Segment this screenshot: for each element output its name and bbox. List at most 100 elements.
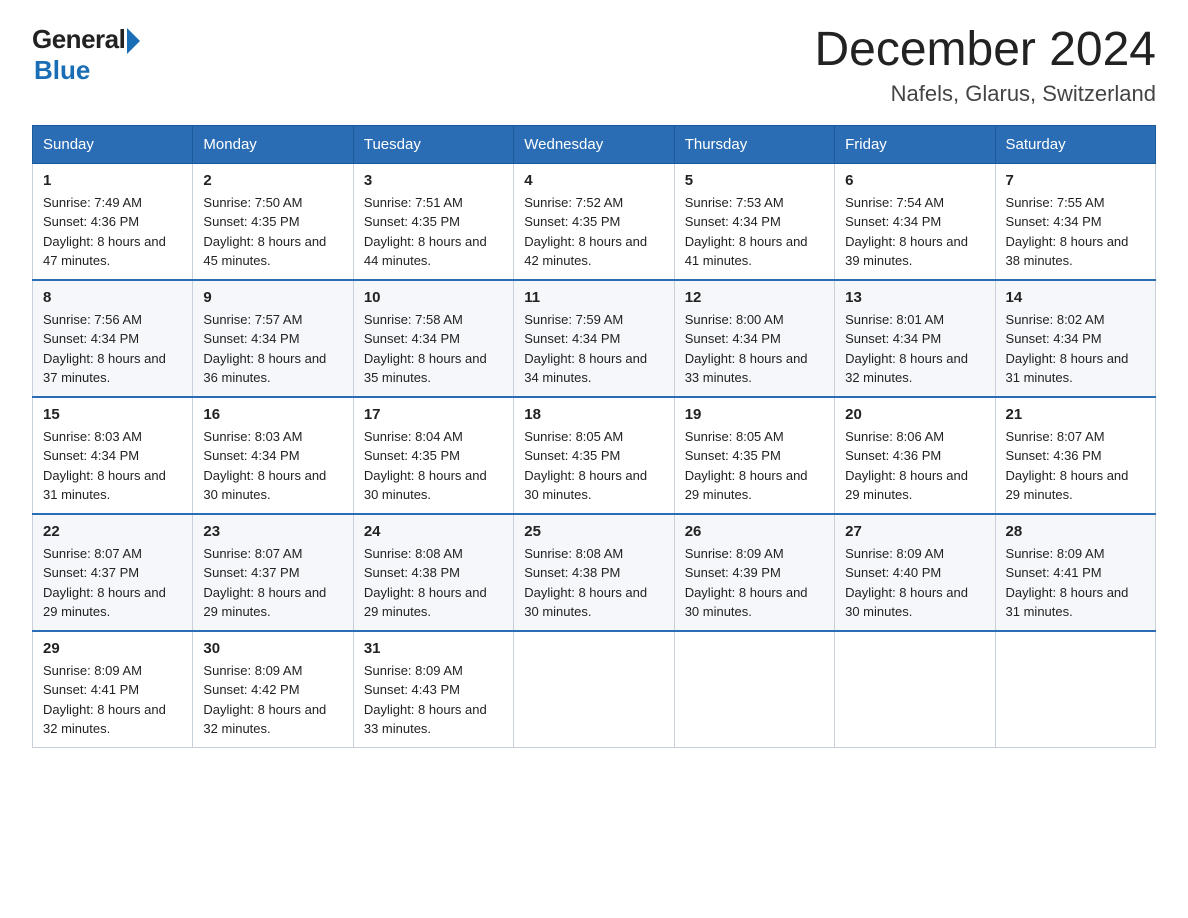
- day-number: 28: [1006, 523, 1145, 540]
- calendar-day-cell: 28 Sunrise: 8:09 AMSunset: 4:41 PMDaylig…: [995, 514, 1155, 631]
- calendar-table: SundayMondayTuesdayWednesdayThursdayFrid…: [32, 125, 1156, 748]
- day-info: Sunrise: 7:56 AMSunset: 4:34 PMDaylight:…: [43, 310, 182, 388]
- day-info: Sunrise: 8:05 AMSunset: 4:35 PMDaylight:…: [524, 427, 663, 505]
- day-number: 26: [685, 523, 824, 540]
- calendar-header-row: SundayMondayTuesdayWednesdayThursdayFrid…: [33, 125, 1156, 163]
- day-number: 2: [203, 172, 342, 189]
- day-number: 24: [364, 523, 503, 540]
- calendar-header-thursday: Thursday: [674, 125, 834, 163]
- day-number: 19: [685, 406, 824, 423]
- day-number: 21: [1006, 406, 1145, 423]
- day-number: 16: [203, 406, 342, 423]
- calendar-day-cell: 10 Sunrise: 7:58 AMSunset: 4:34 PMDaylig…: [353, 280, 513, 397]
- day-number: 13: [845, 289, 984, 306]
- day-info: Sunrise: 7:52 AMSunset: 4:35 PMDaylight:…: [524, 193, 663, 271]
- calendar-day-cell: 17 Sunrise: 8:04 AMSunset: 4:35 PMDaylig…: [353, 397, 513, 514]
- calendar-day-cell: 16 Sunrise: 8:03 AMSunset: 4:34 PMDaylig…: [193, 397, 353, 514]
- day-number: 25: [524, 523, 663, 540]
- day-info: Sunrise: 8:09 AMSunset: 4:42 PMDaylight:…: [203, 661, 342, 739]
- day-number: 8: [43, 289, 182, 306]
- page-title: December 2024: [814, 24, 1156, 77]
- calendar-day-cell: 13 Sunrise: 8:01 AMSunset: 4:34 PMDaylig…: [835, 280, 995, 397]
- day-number: 12: [685, 289, 824, 306]
- day-info: Sunrise: 8:09 AMSunset: 4:41 PMDaylight:…: [1006, 544, 1145, 622]
- calendar-day-cell: 21 Sunrise: 8:07 AMSunset: 4:36 PMDaylig…: [995, 397, 1155, 514]
- calendar-header-tuesday: Tuesday: [353, 125, 513, 163]
- calendar-week-row: 15 Sunrise: 8:03 AMSunset: 4:34 PMDaylig…: [33, 397, 1156, 514]
- calendar-day-cell: 15 Sunrise: 8:03 AMSunset: 4:34 PMDaylig…: [33, 397, 193, 514]
- day-number: 3: [364, 172, 503, 189]
- calendar-day-cell: 14 Sunrise: 8:02 AMSunset: 4:34 PMDaylig…: [995, 280, 1155, 397]
- day-info: Sunrise: 7:51 AMSunset: 4:35 PMDaylight:…: [364, 193, 503, 271]
- day-info: Sunrise: 7:50 AMSunset: 4:35 PMDaylight:…: [203, 193, 342, 271]
- calendar-day-cell: 27 Sunrise: 8:09 AMSunset: 4:40 PMDaylig…: [835, 514, 995, 631]
- day-info: Sunrise: 7:59 AMSunset: 4:34 PMDaylight:…: [524, 310, 663, 388]
- calendar-empty-cell: [835, 631, 995, 748]
- calendar-day-cell: 12 Sunrise: 8:00 AMSunset: 4:34 PMDaylig…: [674, 280, 834, 397]
- calendar-day-cell: 22 Sunrise: 8:07 AMSunset: 4:37 PMDaylig…: [33, 514, 193, 631]
- day-info: Sunrise: 8:08 AMSunset: 4:38 PMDaylight:…: [364, 544, 503, 622]
- day-number: 5: [685, 172, 824, 189]
- day-info: Sunrise: 8:02 AMSunset: 4:34 PMDaylight:…: [1006, 310, 1145, 388]
- page-subtitle: Nafels, Glarus, Switzerland: [814, 81, 1156, 107]
- calendar-day-cell: 20 Sunrise: 8:06 AMSunset: 4:36 PMDaylig…: [835, 397, 995, 514]
- day-info: Sunrise: 7:53 AMSunset: 4:34 PMDaylight:…: [685, 193, 824, 271]
- day-info: Sunrise: 8:09 AMSunset: 4:40 PMDaylight:…: [845, 544, 984, 622]
- day-info: Sunrise: 7:57 AMSunset: 4:34 PMDaylight:…: [203, 310, 342, 388]
- day-number: 22: [43, 523, 182, 540]
- calendar-day-cell: 5 Sunrise: 7:53 AMSunset: 4:34 PMDayligh…: [674, 163, 834, 280]
- day-number: 14: [1006, 289, 1145, 306]
- calendar-day-cell: 25 Sunrise: 8:08 AMSunset: 4:38 PMDaylig…: [514, 514, 674, 631]
- day-number: 17: [364, 406, 503, 423]
- calendar-day-cell: 6 Sunrise: 7:54 AMSunset: 4:34 PMDayligh…: [835, 163, 995, 280]
- calendar-week-row: 8 Sunrise: 7:56 AMSunset: 4:34 PMDayligh…: [33, 280, 1156, 397]
- day-info: Sunrise: 8:06 AMSunset: 4:36 PMDaylight:…: [845, 427, 984, 505]
- day-info: Sunrise: 8:07 AMSunset: 4:36 PMDaylight:…: [1006, 427, 1145, 505]
- day-info: Sunrise: 8:03 AMSunset: 4:34 PMDaylight:…: [203, 427, 342, 505]
- day-info: Sunrise: 8:05 AMSunset: 4:35 PMDaylight:…: [685, 427, 824, 505]
- calendar-empty-cell: [674, 631, 834, 748]
- calendar-header-sunday: Sunday: [33, 125, 193, 163]
- page-header: General Blue December 2024 Nafels, Glaru…: [32, 24, 1156, 107]
- calendar-day-cell: 23 Sunrise: 8:07 AMSunset: 4:37 PMDaylig…: [193, 514, 353, 631]
- day-info: Sunrise: 8:09 AMSunset: 4:43 PMDaylight:…: [364, 661, 503, 739]
- day-info: Sunrise: 7:58 AMSunset: 4:34 PMDaylight:…: [364, 310, 503, 388]
- day-number: 9: [203, 289, 342, 306]
- calendar-day-cell: 30 Sunrise: 8:09 AMSunset: 4:42 PMDaylig…: [193, 631, 353, 748]
- day-number: 27: [845, 523, 984, 540]
- calendar-day-cell: 19 Sunrise: 8:05 AMSunset: 4:35 PMDaylig…: [674, 397, 834, 514]
- day-info: Sunrise: 8:09 AMSunset: 4:41 PMDaylight:…: [43, 661, 182, 739]
- calendar-week-row: 1 Sunrise: 7:49 AMSunset: 4:36 PMDayligh…: [33, 163, 1156, 280]
- day-number: 4: [524, 172, 663, 189]
- day-info: Sunrise: 8:03 AMSunset: 4:34 PMDaylight:…: [43, 427, 182, 505]
- calendar-day-cell: 31 Sunrise: 8:09 AMSunset: 4:43 PMDaylig…: [353, 631, 513, 748]
- calendar-day-cell: 11 Sunrise: 7:59 AMSunset: 4:34 PMDaylig…: [514, 280, 674, 397]
- day-number: 6: [845, 172, 984, 189]
- day-number: 30: [203, 640, 342, 657]
- logo: General Blue: [32, 24, 140, 86]
- calendar-day-cell: 24 Sunrise: 8:08 AMSunset: 4:38 PMDaylig…: [353, 514, 513, 631]
- calendar-header-friday: Friday: [835, 125, 995, 163]
- day-info: Sunrise: 8:04 AMSunset: 4:35 PMDaylight:…: [364, 427, 503, 505]
- calendar-day-cell: 1 Sunrise: 7:49 AMSunset: 4:36 PMDayligh…: [33, 163, 193, 280]
- title-section: December 2024 Nafels, Glarus, Switzerlan…: [814, 24, 1156, 107]
- day-number: 11: [524, 289, 663, 306]
- calendar-day-cell: 26 Sunrise: 8:09 AMSunset: 4:39 PMDaylig…: [674, 514, 834, 631]
- day-number: 10: [364, 289, 503, 306]
- calendar-day-cell: 9 Sunrise: 7:57 AMSunset: 4:34 PMDayligh…: [193, 280, 353, 397]
- calendar-header-monday: Monday: [193, 125, 353, 163]
- day-number: 18: [524, 406, 663, 423]
- day-info: Sunrise: 7:54 AMSunset: 4:34 PMDaylight:…: [845, 193, 984, 271]
- calendar-day-cell: 29 Sunrise: 8:09 AMSunset: 4:41 PMDaylig…: [33, 631, 193, 748]
- logo-blue-text: Blue: [34, 55, 90, 86]
- day-number: 1: [43, 172, 182, 189]
- calendar-day-cell: 18 Sunrise: 8:05 AMSunset: 4:35 PMDaylig…: [514, 397, 674, 514]
- calendar-day-cell: 7 Sunrise: 7:55 AMSunset: 4:34 PMDayligh…: [995, 163, 1155, 280]
- day-info: Sunrise: 8:09 AMSunset: 4:39 PMDaylight:…: [685, 544, 824, 622]
- calendar-header-wednesday: Wednesday: [514, 125, 674, 163]
- day-number: 31: [364, 640, 503, 657]
- calendar-week-row: 22 Sunrise: 8:07 AMSunset: 4:37 PMDaylig…: [33, 514, 1156, 631]
- calendar-empty-cell: [995, 631, 1155, 748]
- day-info: Sunrise: 8:08 AMSunset: 4:38 PMDaylight:…: [524, 544, 663, 622]
- day-number: 23: [203, 523, 342, 540]
